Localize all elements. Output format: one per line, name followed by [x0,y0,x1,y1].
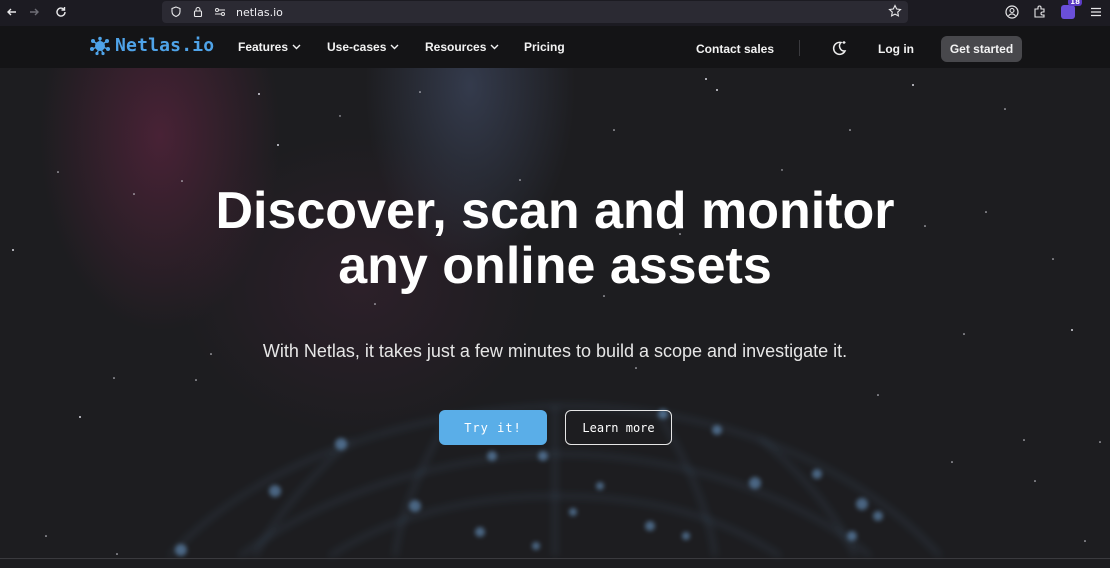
extensions-icon[interactable] [1032,4,1048,20]
menu-features[interactable]: Features [238,40,301,54]
learn-more-button[interactable]: Learn more [565,410,672,445]
hero-headline-line-2: any online assets [338,237,772,295]
menu-pricing[interactable]: Pricing [524,40,565,54]
menu-use-cases[interactable]: Use-cases [327,40,399,54]
chevron-down-icon [390,42,399,52]
extension-badge-icon[interactable]: 18 [1060,0,1082,20]
globe-graphic [169,404,941,557]
site-header: Netlas.io Features Use-cases Resources P… [0,26,1110,68]
login-link[interactable]: Log in [878,42,914,56]
reload-icon[interactable] [49,0,73,24]
hamburger-icon[interactable] [1088,4,1104,20]
bottom-divider [0,558,1110,559]
try-it-button[interactable]: Try it! [439,410,547,445]
get-started-button[interactable]: Get started [941,36,1022,62]
shield-icon[interactable] [170,6,182,18]
browser-tools: 18 [1004,0,1104,24]
browser-toolbar: netlas.io 18 [0,0,1110,24]
page: Netlas.io Features Use-cases Resources P… [0,26,1110,568]
url-bar[interactable]: netlas.io [162,1,908,23]
url-text[interactable]: netlas.io [236,6,283,19]
lock-icon[interactable] [192,6,204,18]
permissions-icon[interactable] [214,6,226,18]
chevron-down-icon [292,42,301,52]
arrow-right-icon[interactable] [22,0,46,24]
logo[interactable]: Netlas.io [89,35,214,56]
hero-headline: Discover, scan and monitor any online as… [0,184,1110,294]
star-icon[interactable] [888,4,902,21]
nav-divider [799,40,800,56]
contact-sales-link[interactable]: Contact sales [696,42,774,56]
arrow-left-icon[interactable] [0,0,24,24]
menu-pricing-label: Pricing [524,40,565,54]
moon-icon[interactable] [830,39,848,57]
menu-resources-label: Resources [425,40,487,54]
account-icon[interactable] [1004,4,1020,20]
hero-subtitle: With Netlas, it takes just a few minutes… [262,341,848,361]
extension-badge-count: 18 [1068,0,1082,6]
menu-features-label: Features [238,40,289,54]
netlas-logo-icon [90,36,110,55]
logo-text: Netlas.io [115,35,215,56]
menu-use-cases-label: Use-cases [327,40,387,54]
chevron-down-icon [490,42,499,52]
menu-resources[interactable]: Resources [425,40,499,54]
hero-headline-line-1: Discover, scan and monitor [215,182,895,240]
